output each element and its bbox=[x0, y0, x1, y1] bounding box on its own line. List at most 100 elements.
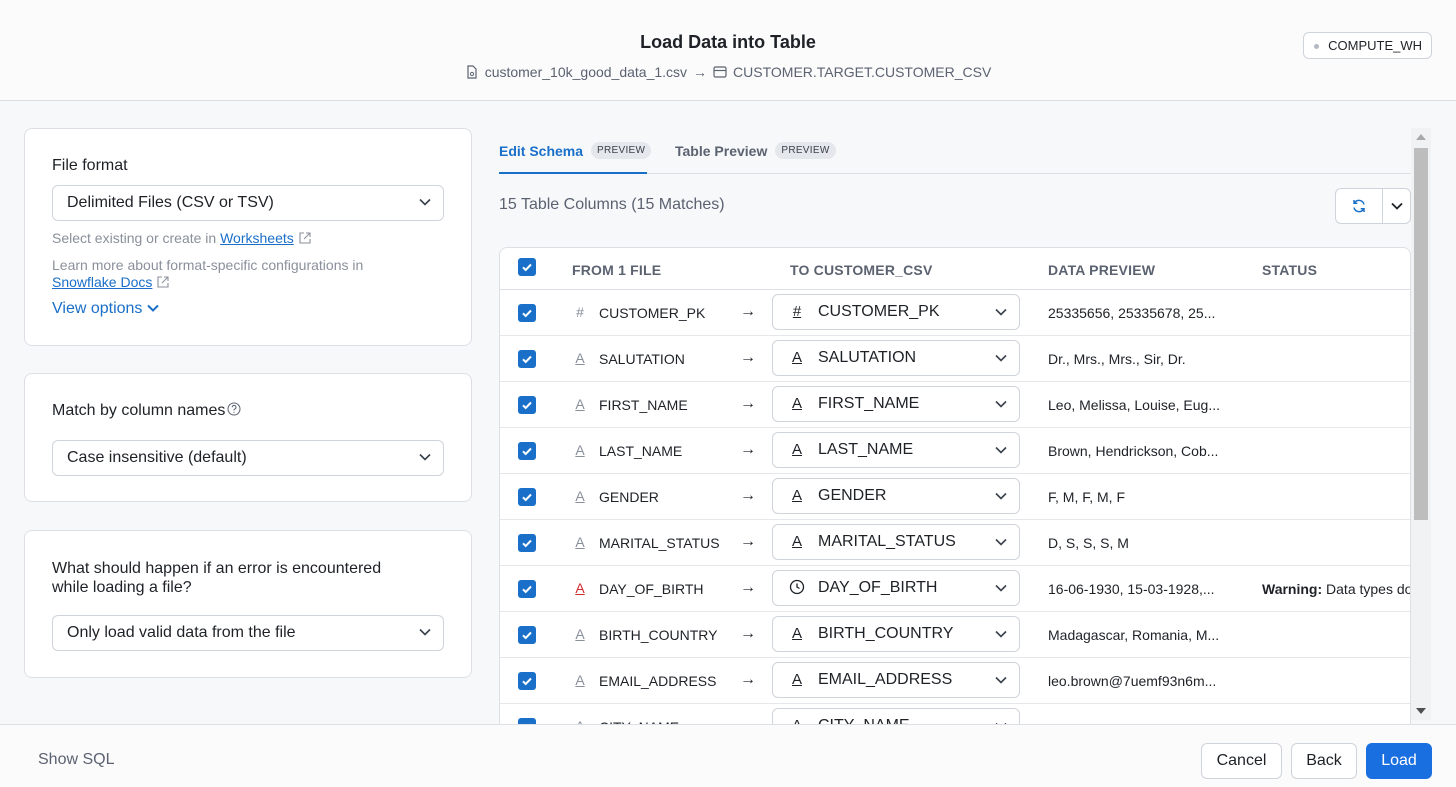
table-row: A LAST_NAME → A LAST_NAME Brown, Hendrickson,… bbox=[500, 428, 1410, 474]
chevron-down-icon bbox=[1391, 202, 1403, 210]
active-tab-indicator bbox=[499, 172, 647, 174]
arrow-right-icon: → bbox=[740, 579, 756, 596]
clock-icon bbox=[789, 579, 805, 595]
tab-edit-schema[interactable]: Edit Schema PREVIEW bbox=[499, 142, 652, 159]
table-row: A BIRTH_COUNTRY → A BIRTH_COUNTRY Madagascar,… bbox=[500, 612, 1410, 658]
snowflake-docs-link[interactable]: Snowflake Docs bbox=[52, 274, 152, 290]
data-preview: 16-06-1930, 15-03-1928,... bbox=[1048, 581, 1215, 597]
target-column-name: SALUTATION bbox=[818, 349, 917, 366]
status-dot-icon bbox=[1314, 44, 1320, 49]
source-file-name: customer_10k_good_data_1.csv bbox=[484, 64, 688, 80]
match-value: Case insensitive (default) bbox=[67, 449, 247, 466]
scroll-down-arrow-icon[interactable] bbox=[1416, 708, 1426, 714]
table-row: A GENDER → A GENDER F, M, F, M, F bbox=[500, 474, 1410, 520]
file-format-select[interactable]: Delimited Files (CSV or TSV) bbox=[52, 185, 444, 221]
check-icon bbox=[522, 355, 532, 364]
number-type-icon: # bbox=[576, 304, 584, 320]
scroll-up-arrow-icon[interactable] bbox=[1416, 134, 1426, 140]
chevron-down-icon bbox=[419, 198, 431, 206]
arrow-right-icon: → bbox=[740, 441, 756, 458]
on-error-select[interactable]: Only load valid data from the file bbox=[52, 615, 444, 651]
match-card: Match by column names Case insensitive (… bbox=[24, 373, 472, 502]
load-button[interactable]: Load bbox=[1366, 743, 1432, 779]
target-column-select[interactable]: A EMAIL_ADDRESS bbox=[772, 662, 1020, 698]
row-checkbox[interactable] bbox=[518, 396, 536, 414]
chevron-down-icon bbox=[995, 676, 1007, 684]
help-icon[interactable] bbox=[227, 402, 241, 416]
tab-table-preview[interactable]: Table Preview PREVIEW bbox=[675, 142, 836, 159]
data-preview: Dr., Mrs., Mrs., Sir, Dr. bbox=[1048, 351, 1186, 367]
target-column-select[interactable]: A BIRTH_COUNTRY bbox=[772, 616, 1020, 652]
scrollbar-thumb[interactable] bbox=[1414, 148, 1428, 520]
match-select[interactable]: Case insensitive (default) bbox=[52, 440, 444, 476]
check-icon bbox=[522, 263, 532, 272]
back-button[interactable]: Back bbox=[1291, 743, 1357, 779]
data-preview: Madagascar, Romania, M... bbox=[1048, 627, 1220, 643]
source-column-name: SALUTATION bbox=[599, 351, 685, 367]
external-link-icon bbox=[299, 232, 311, 244]
on-error-card: What should happen if an error is encoun… bbox=[24, 530, 472, 678]
check-icon bbox=[522, 309, 532, 318]
text-type-icon: A bbox=[575, 396, 585, 412]
row-checkbox[interactable] bbox=[518, 488, 536, 506]
show-sql-button[interactable]: Show SQL bbox=[38, 751, 114, 769]
preview-badge: PREVIEW bbox=[775, 142, 836, 159]
chevron-down-icon bbox=[995, 308, 1007, 316]
row-checkbox[interactable] bbox=[518, 580, 536, 598]
header-from-file: FROM 1 FILE bbox=[572, 262, 662, 278]
target-column-select[interactable]: ACITY_NAME bbox=[772, 708, 1020, 725]
chevron-down-icon bbox=[995, 400, 1007, 408]
target-column-select[interactable]: A FIRST_NAME bbox=[772, 386, 1020, 422]
worksheets-hint-text: Select existing or create in bbox=[52, 230, 221, 246]
source-column-name: BIRTH_COUNTRY bbox=[599, 627, 718, 643]
target-column-select[interactable]: DAY_OF_BIRTH bbox=[772, 570, 1020, 606]
worksheets-link[interactable]: Worksheets bbox=[220, 230, 294, 246]
data-preview: F, M, F, M, F bbox=[1048, 489, 1125, 505]
warehouse-selector[interactable]: COMPUTE_WH bbox=[1303, 32, 1432, 59]
data-preview: leo.brown@7uemf93n6m... bbox=[1048, 673, 1217, 689]
refresh-button[interactable] bbox=[1336, 189, 1382, 223]
row-checkbox[interactable] bbox=[518, 672, 536, 690]
target-column-select[interactable]: A LAST_NAME bbox=[772, 432, 1020, 468]
target-column-select[interactable]: A SALUTATION bbox=[772, 340, 1020, 376]
column-count: 15 Table Columns (15 Matches) bbox=[499, 196, 725, 213]
source-column-name: GENDER bbox=[599, 489, 659, 505]
footer: Show SQL Cancel Back Load bbox=[0, 724, 1456, 787]
text-type-icon: A bbox=[575, 672, 585, 688]
more-options-button[interactable] bbox=[1383, 189, 1411, 223]
source-column-name: EMAIL_ADDRESS bbox=[599, 673, 717, 689]
row-checkbox[interactable] bbox=[518, 534, 536, 552]
file-format-value: Delimited Files (CSV or TSV) bbox=[67, 194, 274, 211]
target-column-name: LAST_NAME bbox=[818, 441, 914, 458]
table-row: ACITY_NAME→ACITY_NAME bbox=[500, 704, 1410, 725]
row-checkbox[interactable] bbox=[518, 626, 536, 644]
select-all-checkbox[interactable] bbox=[518, 258, 536, 276]
target-column-select[interactable]: # CUSTOMER_PK bbox=[772, 294, 1020, 330]
view-options-label: View options bbox=[52, 300, 143, 317]
row-checkbox[interactable] bbox=[518, 350, 536, 368]
source-column-name: MARITAL_STATUS bbox=[599, 535, 720, 551]
target-column-name: EMAIL_ADDRESS bbox=[818, 671, 953, 688]
target-column-name: BIRTH_COUNTRY bbox=[818, 625, 954, 642]
arrow-icon: → bbox=[693, 64, 708, 80]
view-options-toggle[interactable]: View options bbox=[52, 300, 159, 318]
warehouse-name: COMPUTE_WH bbox=[1328, 38, 1422, 53]
chevron-down-icon bbox=[995, 446, 1007, 454]
target-table-name: CUSTOMER.TARGET.CUSTOMER_CSV bbox=[733, 64, 992, 80]
match-label: Match by column names bbox=[52, 402, 241, 420]
check-icon bbox=[522, 401, 532, 410]
row-checkbox[interactable] bbox=[518, 442, 536, 460]
schema-actions bbox=[1335, 188, 1411, 224]
scrollbar[interactable] bbox=[1411, 128, 1431, 720]
match-label-text: Match by column names bbox=[52, 402, 226, 419]
target-column-select[interactable]: A GENDER bbox=[772, 478, 1020, 514]
row-checkbox[interactable] bbox=[518, 304, 536, 322]
table-row: # CUSTOMER_PK → # CUSTOMER_PK 25335656, 25335… bbox=[500, 290, 1410, 336]
source-column-name: FIRST_NAME bbox=[599, 397, 688, 413]
data-preview: 25335656, 25335678, 25... bbox=[1048, 305, 1216, 321]
cancel-button[interactable]: Cancel bbox=[1201, 743, 1282, 779]
target-column-name: DAY_OF_BIRTH bbox=[818, 579, 938, 596]
target-column-select[interactable]: A MARITAL_STATUS bbox=[772, 524, 1020, 560]
text-type-icon: A bbox=[575, 626, 585, 642]
table-row: A EMAIL_ADDRESS → A EMAIL_ADDRESS leo.brown@7… bbox=[500, 658, 1410, 704]
